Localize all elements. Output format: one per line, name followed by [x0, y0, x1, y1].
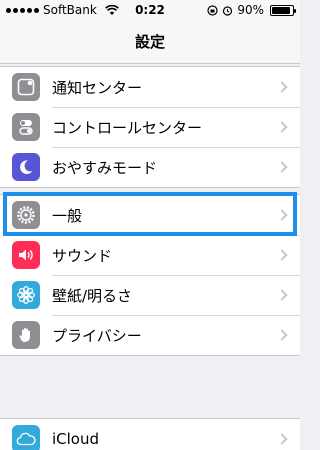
moon-icon [12, 153, 40, 181]
settings-row-general[interactable]: 一般 [0, 195, 300, 235]
row-label: サウンド [52, 246, 113, 265]
cloud-icon [12, 425, 40, 450]
battery-percent: 90% [237, 3, 264, 17]
battery-icon [270, 4, 296, 16]
status-right: 90% [207, 3, 296, 17]
settings-row-do-not-disturb[interactable]: おやすみモード [0, 147, 300, 187]
settings-row-wallpaper-brightness[interactable]: 壁紙/明るさ [0, 275, 300, 315]
speaker-icon [12, 241, 40, 269]
gear-icon [12, 201, 40, 229]
settings-group-2: 一般 サウンド 壁紙/明るさ プライバシー [0, 194, 300, 356]
chevron-right-icon [276, 289, 288, 301]
row-label: プライバシー [52, 326, 142, 345]
chevron-right-icon [276, 81, 288, 93]
chevron-right-icon [276, 121, 288, 133]
settings-row-icloud[interactable]: iCloud [0, 419, 300, 450]
settings-row-privacy[interactable]: プライバシー [0, 315, 300, 355]
row-label: 通知センター [52, 78, 143, 97]
chevron-right-icon [276, 249, 288, 261]
notification-center-icon [12, 73, 40, 101]
rotation-lock-icon [207, 4, 218, 16]
page-title: 設定 [0, 20, 300, 64]
settings-row-control-center[interactable]: コントロールセンター [0, 107, 300, 147]
settings-row-notification-center[interactable]: 通知センター [0, 67, 300, 107]
settings-group-3: iCloud [0, 418, 300, 450]
status-bar: SoftBank 0:22 90% [0, 0, 300, 20]
hand-icon [12, 321, 40, 349]
row-label: 壁紙/明るさ [52, 286, 133, 305]
row-label: コントロールセンター [52, 118, 203, 137]
row-label: iCloud [52, 430, 100, 448]
chevron-right-icon [276, 329, 288, 341]
settings-group-1: 通知センター コントロールセンター おやすみモード [0, 66, 300, 188]
control-center-icon [12, 113, 40, 141]
row-label: 一般 [52, 206, 83, 225]
row-label: おやすみモード [52, 158, 158, 177]
alarm-icon [223, 5, 233, 16]
flower-icon [12, 281, 40, 309]
chevron-right-icon [276, 209, 288, 221]
settings-row-sounds[interactable]: サウンド [0, 235, 300, 275]
battery-level [272, 6, 290, 14]
chevron-right-icon [276, 433, 288, 445]
chevron-right-icon [276, 161, 288, 173]
